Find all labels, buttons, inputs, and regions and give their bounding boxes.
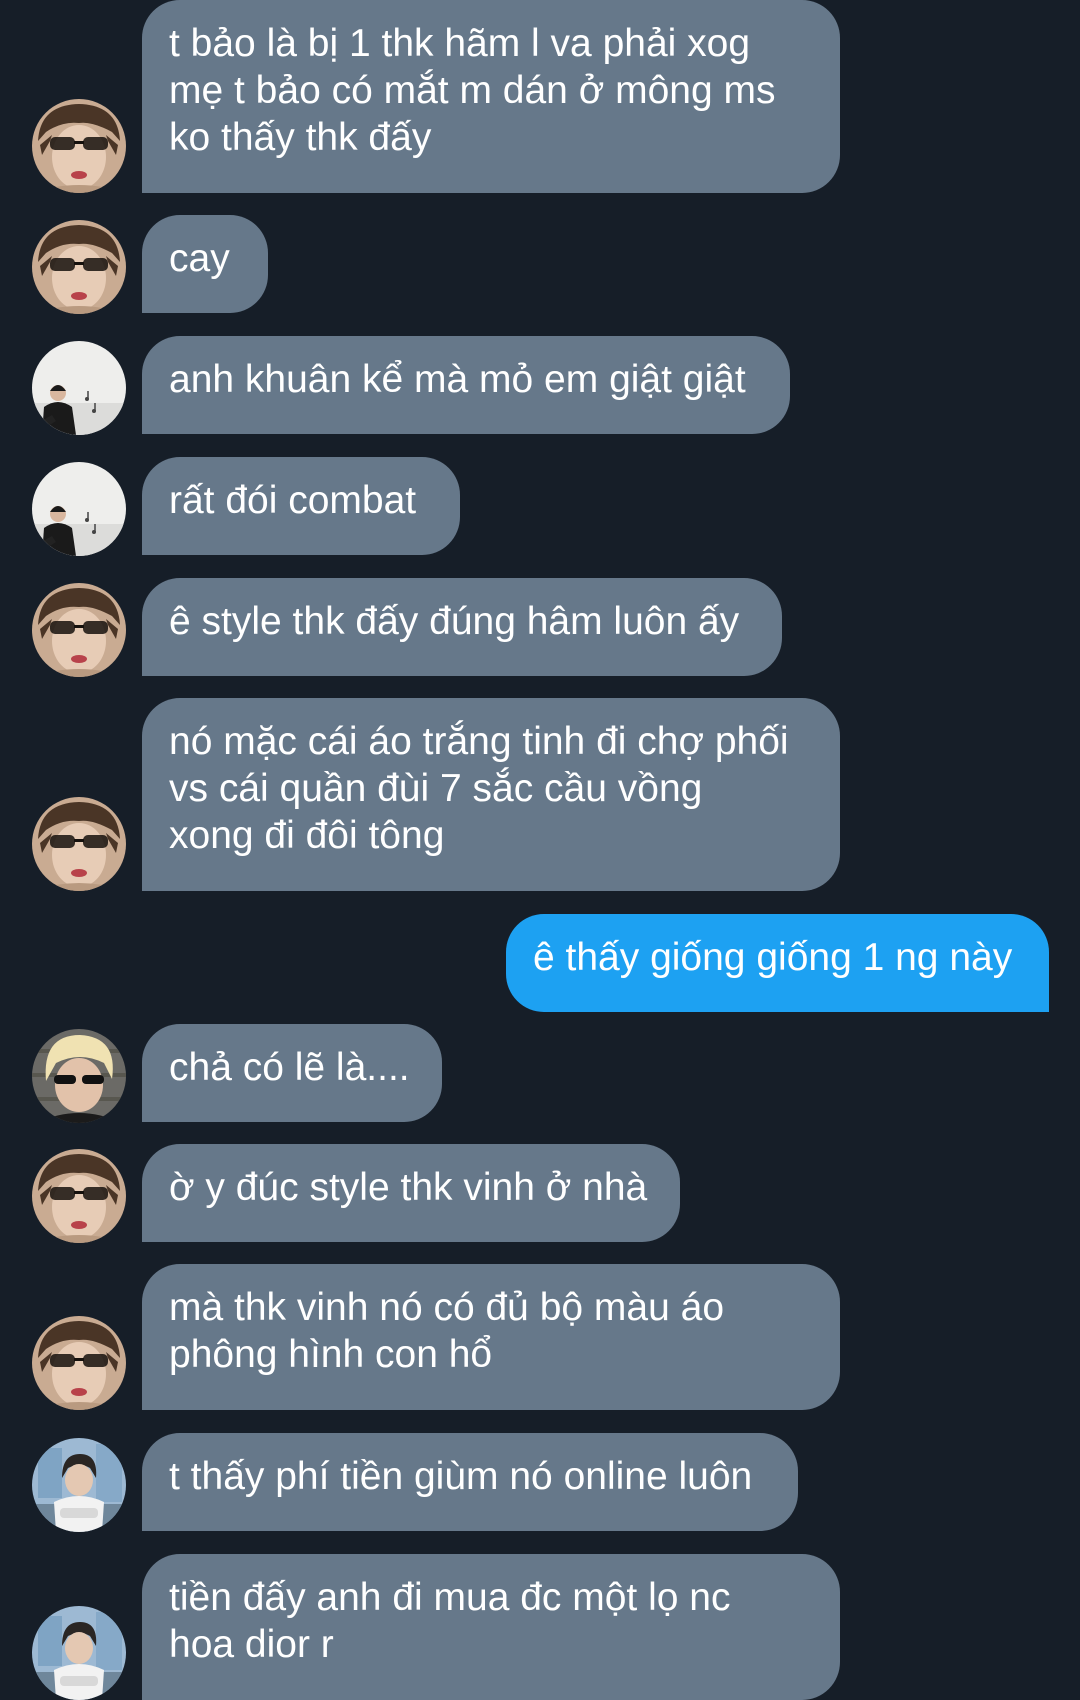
avatar[interactable]: [32, 1606, 126, 1700]
avatar[interactable]: [32, 583, 126, 677]
user-photo-icon: [32, 797, 126, 891]
incoming-message-bubble[interactable]: chả có lẽ là....: [142, 1024, 442, 1122]
avatar[interactable]: [32, 1029, 126, 1123]
user-photo-icon: [32, 583, 126, 677]
incoming-message-bubble[interactable]: nó mặc cái áo trắng tinh đi chợ phối vs …: [142, 698, 840, 891]
avatar[interactable]: [32, 1149, 126, 1243]
user-photo-icon: [32, 1606, 126, 1700]
user-photo-icon: [32, 1029, 126, 1123]
user-photo-icon: [32, 462, 126, 556]
incoming-message-bubble[interactable]: cay: [142, 215, 268, 313]
user-photo-icon: [32, 1149, 126, 1243]
incoming-message-bubble[interactable]: t thấy phí tiền giùm nó online luôn: [142, 1433, 798, 1531]
user-photo-icon: [32, 220, 126, 314]
chat-thread[interactable]: t bảo là bị 1 thk hãm l va phải xog mẹ t…: [0, 0, 1080, 1700]
user-photo-icon: [32, 1438, 126, 1532]
user-photo-icon: [32, 1316, 126, 1410]
avatar[interactable]: [32, 462, 126, 556]
avatar[interactable]: [32, 341, 126, 435]
outgoing-message-bubble[interactable]: ê thấy giống giống 1 ng này: [506, 914, 1049, 1012]
incoming-message-bubble[interactable]: tiền đấy anh đi mua đc một lọ nc hoa dio…: [142, 1554, 840, 1700]
incoming-message-bubble[interactable]: t bảo là bị 1 thk hãm l va phải xog mẹ t…: [142, 0, 840, 193]
avatar[interactable]: [32, 220, 126, 314]
incoming-message-bubble[interactable]: ê style thk đấy đúng hâm luôn ấy: [142, 578, 782, 676]
user-photo-icon: [32, 341, 126, 435]
user-photo-icon: [32, 99, 126, 193]
avatar[interactable]: [32, 797, 126, 891]
avatar[interactable]: [32, 1438, 126, 1532]
avatar[interactable]: [32, 99, 126, 193]
incoming-message-bubble[interactable]: mà thk vinh nó có đủ bộ màu áo phông hìn…: [142, 1264, 840, 1410]
incoming-message-bubble[interactable]: rất đói combat: [142, 457, 460, 555]
avatar[interactable]: [32, 1316, 126, 1410]
incoming-message-bubble[interactable]: ờ y đúc style thk vinh ở nhà: [142, 1144, 680, 1242]
incoming-message-bubble[interactable]: anh khuân kể mà mỏ em giật giật: [142, 336, 790, 434]
